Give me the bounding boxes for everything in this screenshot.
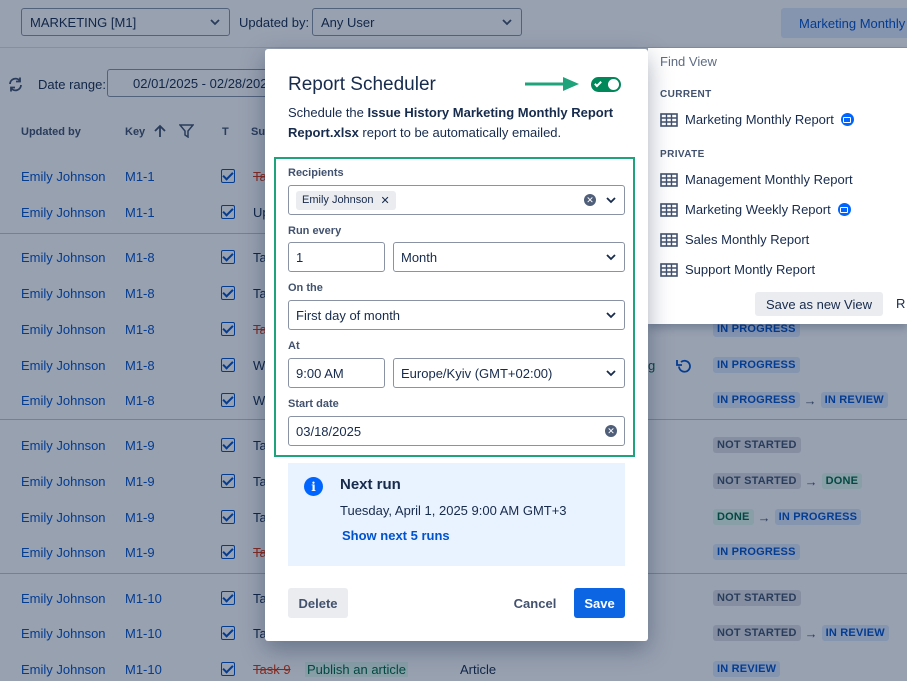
on-the-select[interactable]: First day of month <box>288 300 625 330</box>
dialog-description: Schedule the Issue History Marketing Mon… <box>288 103 618 143</box>
time-input[interactable]: 9:00 AM <box>288 358 385 388</box>
saved-view-item[interactable]: Sales Monthly Report <box>660 232 809 247</box>
recipient-chip-label: Emily Johnson <box>302 194 374 206</box>
timezone-value: Europe/Kyiv (GMT+02:00) <box>401 365 553 381</box>
show-next-runs-link[interactable]: Show next 5 runs <box>342 528 450 543</box>
saved-view-item[interactable]: Marketing Monthly Report <box>660 112 854 127</box>
clear-icon[interactable]: ✕ <box>605 425 617 437</box>
find-view-title: Find View <box>660 54 717 69</box>
private-section-label: PRIVATE <box>660 149 705 160</box>
scheduled-email-icon <box>837 203 851 216</box>
checkmark-icon <box>594 79 602 88</box>
time-value: 9:00 AM <box>296 365 344 381</box>
delete-button[interactable]: Delete <box>288 588 348 618</box>
next-run-date: Tuesday, April 1, 2025 9:00 AM GMT+3 <box>340 503 567 518</box>
report-scheduler-dialog: Report Scheduler Schedule the Issue Hist… <box>265 49 648 641</box>
truncated-button-label[interactable]: R <box>896 296 905 311</box>
next-run-title: Next run <box>340 476 401 493</box>
run-every-unit-value: Month <box>401 249 438 265</box>
saved-view-label: Sales Monthly Report <box>685 232 810 247</box>
remove-recipient-icon[interactable]: ✕ <box>381 194 390 207</box>
start-date-value: 03/18/2025 <box>296 423 362 439</box>
cancel-button[interactable]: Cancel <box>507 588 563 618</box>
table-view-icon <box>660 172 678 187</box>
annotation-arrow-icon <box>525 77 579 91</box>
run-every-unit-select[interactable]: Month <box>393 242 625 272</box>
chevron-down-icon <box>606 312 616 319</box>
table-view-icon <box>660 232 678 247</box>
desc-prefix: Schedule the <box>288 105 368 120</box>
saved-view-label: Support Montly Report <box>685 262 816 277</box>
info-icon: i <box>304 477 323 496</box>
saved-view-label: Marketing Monthly Report <box>685 112 834 127</box>
scheduled-email-icon <box>840 113 854 126</box>
saved-view-item[interactable]: Support Montly Report <box>660 262 815 277</box>
saved-view-item[interactable]: Marketing Weekly Report <box>660 202 851 217</box>
schedule-enabled-toggle[interactable] <box>591 77 621 92</box>
saved-view-label: Management Monthly Report <box>685 172 853 187</box>
next-run-panel: i Next run Tuesday, April 1, 2025 9:00 A… <box>288 463 625 566</box>
recipients-field[interactable]: Emily Johnson ✕ ✕ <box>288 185 625 215</box>
at-label: At <box>288 340 300 352</box>
clear-icon[interactable]: ✕ <box>584 194 596 206</box>
find-view-panel: Find View CURRENT Marketing Monthly Repo… <box>648 48 907 324</box>
table-view-icon <box>660 262 678 277</box>
on-the-value: First day of month <box>296 307 401 323</box>
save-as-new-view-button[interactable]: Save as new View <box>755 292 883 316</box>
table-view-icon <box>660 202 678 217</box>
run-every-input[interactable]: 1 <box>288 242 385 272</box>
table-view-icon <box>660 112 678 127</box>
save-button[interactable]: Save <box>574 588 625 618</box>
chevron-down-icon[interactable] <box>605 194 617 206</box>
saved-view-label: Marketing Weekly Report <box>685 202 831 217</box>
run-every-label: Run every <box>288 225 342 237</box>
start-date-input[interactable]: 03/18/2025 ✕ <box>288 416 625 446</box>
chevron-down-icon <box>606 370 616 377</box>
current-section-label: CURRENT <box>660 89 712 100</box>
run-every-value: 1 <box>296 249 304 265</box>
on-the-label: On the <box>288 282 323 294</box>
start-date-label: Start date <box>288 398 339 410</box>
recipient-chip: Emily Johnson ✕ <box>296 190 396 210</box>
timezone-select[interactable]: Europe/Kyiv (GMT+02:00) <box>393 358 625 388</box>
chevron-down-icon <box>606 254 616 261</box>
dialog-title: Report Scheduler <box>288 74 436 95</box>
saved-view-item[interactable]: Management Monthly Report <box>660 172 853 187</box>
desc-suffix: report to be automatically emailed. <box>358 125 562 140</box>
recipients-label: Recipients <box>288 167 344 179</box>
